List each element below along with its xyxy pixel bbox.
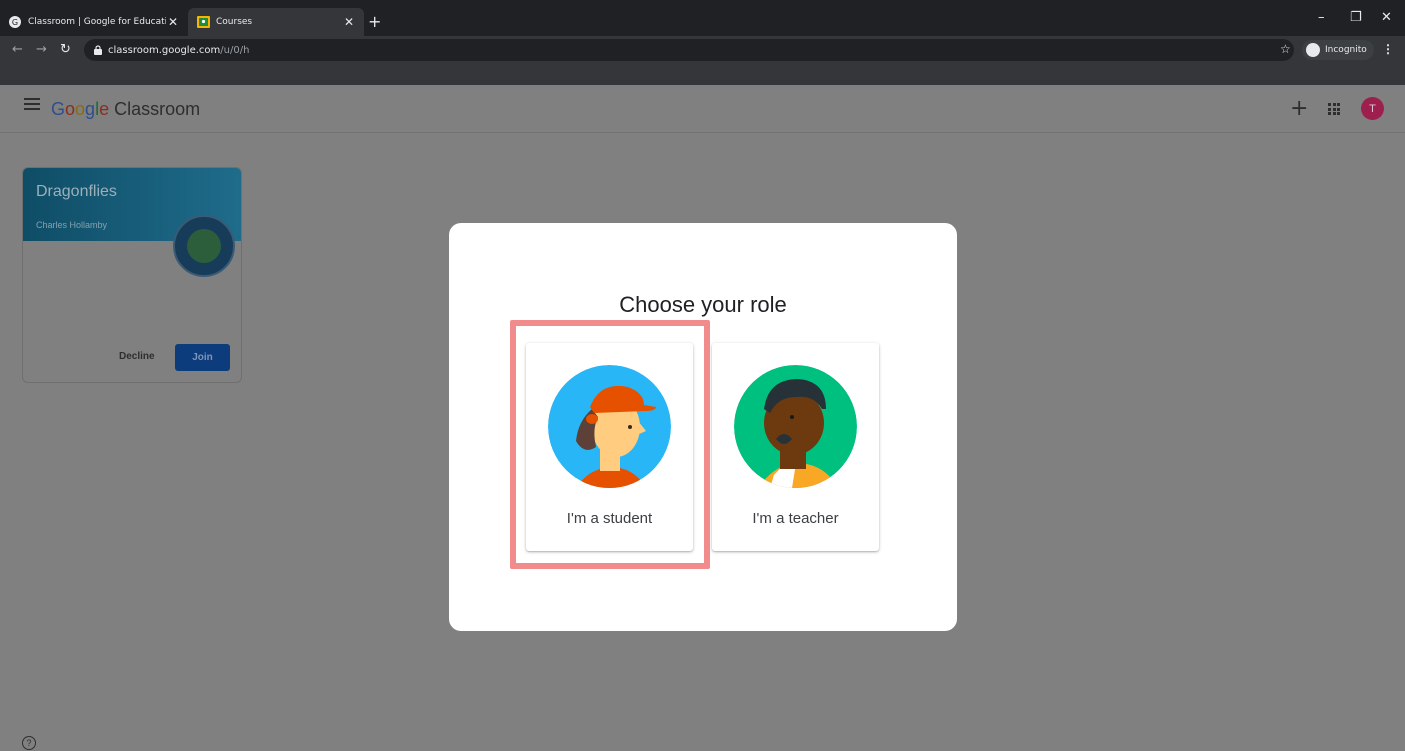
minimize-icon[interactable]: – xyxy=(1318,10,1325,25)
decline-button[interactable]: Decline xyxy=(119,351,155,362)
class-teacher: Charles Hollamby xyxy=(36,220,108,230)
forward-icon[interactable]: → xyxy=(36,42,47,57)
reload-icon[interactable]: ↻ xyxy=(60,42,71,57)
teacher-avatar-icon xyxy=(734,365,857,488)
url-path: /u/0/h xyxy=(220,44,250,56)
close-window-icon[interactable]: ✕ xyxy=(1381,10,1392,25)
help-icon[interactable]: ? xyxy=(22,736,36,750)
logo-google: Google xyxy=(51,99,110,119)
url-host: classroom.google.com xyxy=(108,44,221,56)
teacher-role-label: I'm a teacher xyxy=(752,510,839,527)
create-join-class-icon[interactable]: + xyxy=(1290,96,1308,121)
tab-classroom-google[interactable]: G Classroom | Google for Educatio ✕ xyxy=(0,8,188,36)
google-classroom-logo[interactable]: Google Classroom xyxy=(51,99,200,120)
logo-product: Classroom xyxy=(114,99,201,119)
browser-toolbar: ← → ↻ classroom.google.com/u/0/h ☆ Incog… xyxy=(0,36,1405,64)
tab-close-icon[interactable]: ✕ xyxy=(166,15,180,29)
restore-icon[interactable]: ❐ xyxy=(1350,10,1362,25)
student-avatar-icon xyxy=(548,365,671,488)
incognito-indicator[interactable]: Incognito xyxy=(1302,40,1374,60)
back-icon[interactable]: ← xyxy=(12,42,23,57)
tab-title: Classroom | Google for Educatio xyxy=(28,17,166,27)
address-bar[interactable]: classroom.google.com/u/0/h xyxy=(84,39,1294,61)
tab-courses[interactable]: Courses ✕ xyxy=(188,8,364,36)
svg-text:G: G xyxy=(12,18,18,27)
student-role-card[interactable]: I'm a student xyxy=(526,343,693,551)
join-button[interactable]: Join xyxy=(175,344,230,371)
incognito-icon xyxy=(1306,43,1320,57)
account-avatar[interactable]: T xyxy=(1361,97,1384,120)
choose-role-dialog: Choose your role I'm a student I'm a tea… xyxy=(449,223,957,631)
school-seal-image xyxy=(173,215,235,277)
main-menu-icon[interactable] xyxy=(24,98,40,113)
dialog-title: Choose your role xyxy=(619,292,787,317)
tab-close-icon[interactable]: ✕ xyxy=(342,15,356,29)
app-header xyxy=(0,85,1405,133)
google-apps-icon[interactable] xyxy=(1328,103,1340,115)
lock-icon xyxy=(94,45,102,55)
browser-menu-icon[interactable]: ⋮ xyxy=(1382,42,1394,56)
student-role-label: I'm a student xyxy=(566,510,653,527)
class-card: Dragonflies Charles Hollamby Decline Joi… xyxy=(22,167,242,383)
google-favicon-icon: G xyxy=(8,15,22,29)
bookmark-star-icon[interactable]: ☆ xyxy=(1280,42,1291,56)
incognito-label: Incognito xyxy=(1325,45,1367,55)
tab-title: Courses xyxy=(216,17,253,27)
classroom-favicon-icon xyxy=(196,15,210,29)
new-tab-button[interactable]: + xyxy=(368,12,381,31)
browser-tab-strip: G Classroom | Google for Educatio ✕ Cour… xyxy=(0,0,1405,36)
teacher-role-card[interactable]: I'm a teacher xyxy=(712,343,879,551)
class-title[interactable]: Dragonflies xyxy=(36,183,117,201)
bookmarks-bar xyxy=(0,64,1405,85)
